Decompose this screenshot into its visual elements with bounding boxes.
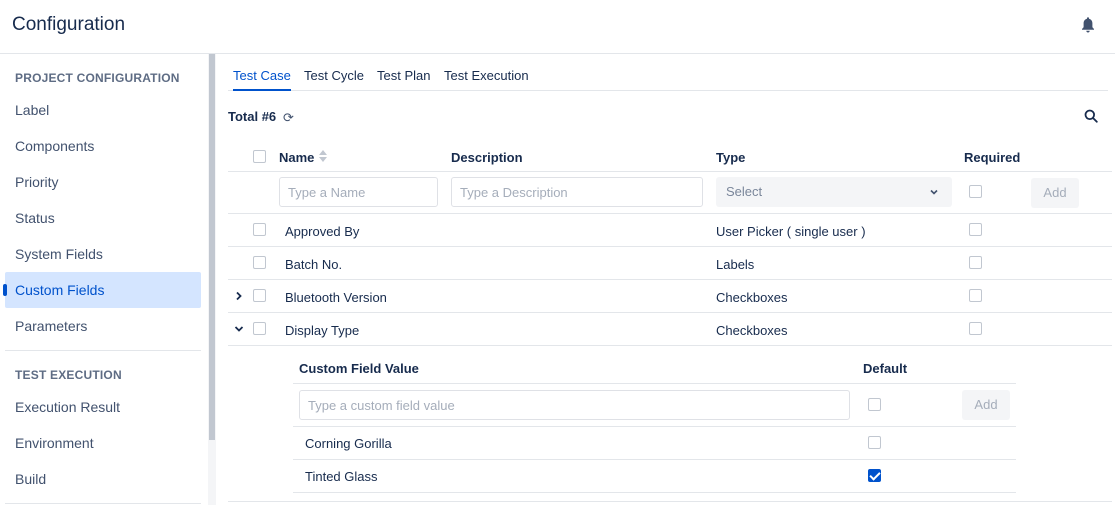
default-checkbox[interactable]	[868, 436, 881, 449]
type-select[interactable]: Select	[716, 177, 952, 207]
tab-bar: Test Case Test Cycle Test Plan Test Exec…	[228, 54, 1108, 91]
field-type: Checkboxes	[716, 290, 788, 305]
sidebar-divider	[5, 350, 201, 351]
row-divider	[293, 383, 1016, 384]
sidebar-section-project-configuration: PROJECT CONFIGURATION	[15, 71, 180, 85]
row-divider	[228, 312, 1112, 313]
field-type: Checkboxes	[716, 323, 788, 338]
sidebar-item-build[interactable]: Build	[5, 461, 201, 497]
sidebar-item-environment[interactable]: Environment	[5, 425, 201, 461]
custom-field-value: Corning Gorilla	[305, 436, 392, 451]
row-divider	[293, 459, 1016, 460]
row-divider	[228, 345, 1112, 346]
row-divider	[293, 492, 1016, 493]
row-checkbox[interactable]	[253, 256, 266, 269]
default-checkbox[interactable]	[868, 398, 881, 411]
sort-icon[interactable]	[318, 149, 328, 163]
sidebar-divider	[5, 503, 201, 504]
page-title: Configuration	[12, 14, 126, 35]
chevron-right-icon[interactable]	[234, 291, 244, 301]
row-divider	[228, 246, 1112, 247]
required-checkbox[interactable]	[969, 223, 982, 236]
tab-test-plan[interactable]: Test Plan	[377, 68, 430, 91]
total-count: Total #6	[228, 109, 277, 124]
column-header-default: Default	[863, 361, 908, 376]
type-select-value: Select	[726, 184, 763, 199]
sidebar-item-components[interactable]: Components	[5, 128, 201, 164]
row-divider	[228, 501, 1112, 502]
column-header-type: Type	[716, 150, 746, 165]
scrollbar-thumb[interactable]	[209, 54, 215, 440]
column-header-description: Description	[451, 150, 523, 165]
column-header-name[interactable]: Name	[279, 150, 314, 165]
column-header-required: Required	[964, 150, 1021, 165]
refresh-icon[interactable]: ⟳	[283, 110, 294, 126]
sidebar-item-system-fields[interactable]: System Fields	[5, 236, 201, 272]
sidebar-item-execution-result[interactable]: Execution Result	[5, 389, 201, 425]
sidebar-item-label[interactable]: Label	[5, 92, 201, 128]
custom-field-value-input[interactable]	[299, 390, 850, 420]
required-checkbox[interactable]	[969, 322, 982, 335]
required-checkbox[interactable]	[969, 185, 982, 198]
required-checkbox[interactable]	[969, 256, 982, 269]
sidebar-item-priority[interactable]: Priority	[5, 164, 201, 200]
tab-test-cycle[interactable]: Test Cycle	[304, 68, 364, 91]
tab-test-execution[interactable]: Test Execution	[444, 68, 529, 91]
required-checkbox[interactable]	[969, 289, 982, 302]
field-name: Approved By	[285, 224, 360, 239]
field-name: Bluetooth Version	[285, 290, 387, 305]
description-input[interactable]	[451, 177, 703, 207]
row-checkbox[interactable]	[253, 223, 266, 236]
name-input[interactable]	[279, 177, 438, 207]
row-divider	[293, 426, 1016, 427]
field-type: User Picker ( single user )	[716, 224, 866, 239]
sidebar-section-test-execution: TEST EXECUTION	[15, 368, 122, 382]
tab-test-case[interactable]: Test Case	[233, 68, 291, 91]
column-header-custom-field-value: Custom Field Value	[299, 361, 419, 376]
search-icon[interactable]	[1084, 109, 1098, 123]
bell-icon[interactable]	[1080, 16, 1096, 34]
chevron-down-icon[interactable]	[234, 324, 244, 334]
sidebar-item-parameters[interactable]: Parameters	[5, 308, 201, 344]
row-divider	[228, 213, 1112, 214]
field-name: Batch No.	[285, 257, 343, 272]
add-value-button[interactable]: Add	[962, 390, 1010, 420]
field-name: Display Type	[285, 323, 360, 338]
select-all-checkbox[interactable]	[253, 150, 266, 163]
row-divider	[228, 279, 1112, 280]
sidebar-item-status[interactable]: Status	[5, 200, 201, 236]
sidebar-item-custom-fields[interactable]: Custom Fields	[3, 272, 201, 308]
custom-field-value: Tinted Glass	[305, 469, 378, 484]
top-bar: Configuration	[0, 0, 1115, 54]
default-checkbox-checked[interactable]	[868, 469, 881, 482]
row-divider	[228, 171, 1112, 172]
field-type: Labels	[716, 257, 755, 272]
add-field-button[interactable]: Add	[1031, 178, 1079, 208]
chevron-down-icon	[930, 189, 938, 195]
sidebar-scrollbar[interactable]	[208, 54, 216, 505]
row-checkbox[interactable]	[253, 322, 266, 335]
sidebar: PROJECT CONFIGURATION Label Components P…	[0, 54, 208, 505]
row-checkbox[interactable]	[253, 289, 266, 302]
